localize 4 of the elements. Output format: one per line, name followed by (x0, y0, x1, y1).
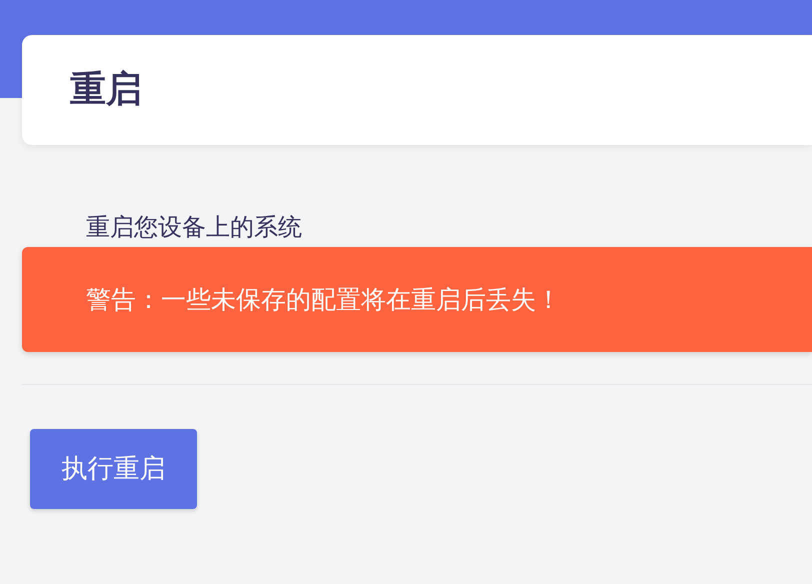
reboot-button[interactable]: 执行重启 (30, 429, 197, 509)
page-title: 重启 (70, 68, 142, 112)
description: 重启您设备上的系统 (85, 212, 303, 243)
alert-text: 警告：一些未保存的配置将在重启后丢失！ (86, 284, 561, 316)
